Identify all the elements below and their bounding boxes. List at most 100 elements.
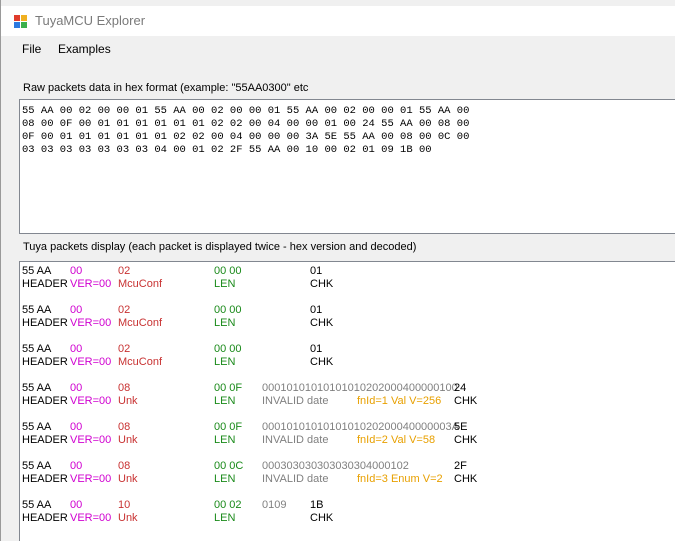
hex-command: 08 bbox=[118, 382, 131, 394]
hex-length: 00 02 bbox=[214, 499, 242, 511]
packet-block: 55 AA 00 08 00 0F 0001010101010101020200… bbox=[20, 421, 675, 451]
hex-version: 00 bbox=[70, 343, 83, 355]
menu-examples[interactable]: Examples bbox=[58, 42, 111, 56]
dec-header: HEADER bbox=[22, 473, 68, 485]
hex-checksum: 24 bbox=[454, 382, 467, 394]
dec-version: VER=00 bbox=[70, 473, 112, 485]
hex-version: 00 bbox=[70, 304, 83, 316]
hex-version: 00 bbox=[70, 499, 83, 511]
packet-block: 55 AA 00 02 00 00 01 HEADER VER=00 McuCo… bbox=[20, 304, 675, 334]
raw-hex-input[interactable]: 55 AA 00 02 00 00 01 55 AA 00 02 00 00 0… bbox=[19, 99, 675, 234]
hex-checksum: 01 bbox=[310, 304, 323, 316]
app-icon bbox=[14, 15, 28, 29]
dec-checksum: CHK bbox=[310, 512, 334, 524]
dec-version: VER=00 bbox=[70, 512, 112, 524]
app-window: TuyaMCU Explorer File Examples Raw packe… bbox=[0, 0, 675, 541]
dec-checksum: CHK bbox=[454, 434, 478, 446]
hex-header: 55 AA bbox=[22, 382, 52, 394]
dec-version: VER=00 bbox=[70, 356, 112, 368]
dec-data: INVALID date bbox=[262, 395, 329, 407]
hex-command: 02 bbox=[118, 265, 131, 277]
hex-version: 00 bbox=[70, 421, 83, 433]
hex-command: 02 bbox=[118, 343, 131, 355]
dec-length: LEN bbox=[214, 512, 236, 524]
hex-data: 00010101010101010202000400000100 bbox=[262, 382, 458, 394]
hex-header: 55 AA bbox=[22, 421, 52, 433]
hex-length: 00 00 bbox=[214, 265, 242, 277]
dec-length: LEN bbox=[214, 434, 236, 446]
hex-header: 55 AA bbox=[22, 304, 52, 316]
dec-command: Unk bbox=[118, 434, 138, 446]
hex-data: 0109 bbox=[262, 499, 287, 511]
packet-block: 55 AA 00 02 00 00 01 HEADER VER=00 McuCo… bbox=[20, 265, 675, 295]
hex-length: 00 0F bbox=[214, 382, 243, 394]
raw-data-label: Raw packets data in hex format (example:… bbox=[23, 82, 309, 94]
hex-version: 00 bbox=[70, 460, 83, 472]
dec-checksum: CHK bbox=[454, 473, 478, 485]
dec-header: HEADER bbox=[22, 317, 68, 329]
dec-length: LEN bbox=[214, 356, 236, 368]
dec-checksum: CHK bbox=[310, 317, 334, 329]
dec-checksum: CHK bbox=[454, 395, 478, 407]
menu-file[interactable]: File bbox=[22, 42, 41, 56]
dec-extra: fnId=1 Val V=256 bbox=[357, 395, 442, 407]
dec-version: VER=00 bbox=[70, 395, 112, 407]
hex-command: 08 bbox=[118, 460, 131, 472]
hex-command: 10 bbox=[118, 499, 131, 511]
dec-length: LEN bbox=[214, 278, 236, 290]
packet-block: 55 AA 00 10 00 02 0109 1B HEADER VER=00 … bbox=[20, 499, 675, 529]
dec-command: Unk bbox=[118, 512, 138, 524]
raw-hex-line: 0F 00 01 01 01 01 01 01 02 02 00 04 00 0… bbox=[22, 131, 470, 143]
title-bar[interactable]: TuyaMCU Explorer bbox=[1, 6, 675, 36]
dec-extra: fnId=3 Enum V=2 bbox=[357, 473, 443, 485]
dec-data: INVALID date bbox=[262, 434, 329, 446]
hex-version: 00 bbox=[70, 382, 83, 394]
dec-header: HEADER bbox=[22, 278, 68, 290]
hex-header: 55 AA bbox=[22, 343, 52, 355]
hex-data: 0001010101010101020200040000003A bbox=[262, 421, 459, 433]
hex-checksum: 01 bbox=[310, 343, 323, 355]
dec-data: INVALID date bbox=[262, 473, 329, 485]
dec-version: VER=00 bbox=[70, 278, 112, 290]
dec-checksum: CHK bbox=[310, 356, 334, 368]
hex-version: 00 bbox=[70, 265, 83, 277]
hex-header: 55 AA bbox=[22, 499, 52, 511]
dec-length: LEN bbox=[214, 395, 236, 407]
hex-checksum: 1B bbox=[310, 499, 324, 511]
window-title: TuyaMCU Explorer bbox=[35, 13, 146, 28]
dec-command: Unk bbox=[118, 473, 138, 485]
hex-length: 00 0C bbox=[214, 460, 244, 472]
dec-header: HEADER bbox=[22, 434, 68, 446]
dec-version: VER=00 bbox=[70, 317, 112, 329]
hex-checksum: 5E bbox=[454, 421, 468, 433]
dec-checksum: CHK bbox=[310, 278, 334, 290]
hex-data: 000303030303030304000102 bbox=[262, 460, 409, 472]
hex-checksum: 2F bbox=[454, 460, 467, 472]
dec-header: HEADER bbox=[22, 356, 68, 368]
raw-hex-line: 08 00 0F 00 01 01 01 01 01 01 02 02 00 0… bbox=[22, 118, 470, 130]
packets-display-label: Tuya packets display (each packet is dis… bbox=[23, 241, 417, 253]
dec-version: VER=00 bbox=[70, 434, 112, 446]
dec-extra: fnId=2 Val V=58 bbox=[357, 434, 436, 446]
packet-block: 55 AA 00 02 00 00 01 HEADER VER=00 McuCo… bbox=[20, 343, 675, 373]
dec-command: McuConf bbox=[118, 278, 163, 290]
packets-display[interactable]: 55 AA 00 02 00 00 01 HEADER VER=00 McuCo… bbox=[19, 261, 675, 541]
hex-command: 02 bbox=[118, 304, 131, 316]
packet-block: 55 AA 00 08 00 0F 0001010101010101020200… bbox=[20, 382, 675, 412]
dec-header: HEADER bbox=[22, 395, 68, 407]
menu-bar: File Examples bbox=[1, 36, 675, 60]
raw-hex-line: 55 AA 00 02 00 00 01 55 AA 00 02 00 00 0… bbox=[22, 105, 470, 117]
dec-command: McuConf bbox=[118, 356, 163, 368]
hex-checksum: 01 bbox=[310, 265, 323, 277]
dec-header: HEADER bbox=[22, 512, 68, 524]
hex-length: 00 00 bbox=[214, 304, 242, 316]
dec-command: McuConf bbox=[118, 317, 163, 329]
hex-length: 00 00 bbox=[214, 343, 242, 355]
dec-length: LEN bbox=[214, 317, 236, 329]
hex-header: 55 AA bbox=[22, 265, 52, 277]
hex-command: 08 bbox=[118, 421, 131, 433]
hex-header: 55 AA bbox=[22, 460, 52, 472]
raw-hex-line: 03 03 03 03 03 03 03 04 00 01 02 2F 55 A… bbox=[22, 144, 432, 156]
dec-length: LEN bbox=[214, 473, 236, 485]
hex-length: 00 0F bbox=[214, 421, 243, 433]
